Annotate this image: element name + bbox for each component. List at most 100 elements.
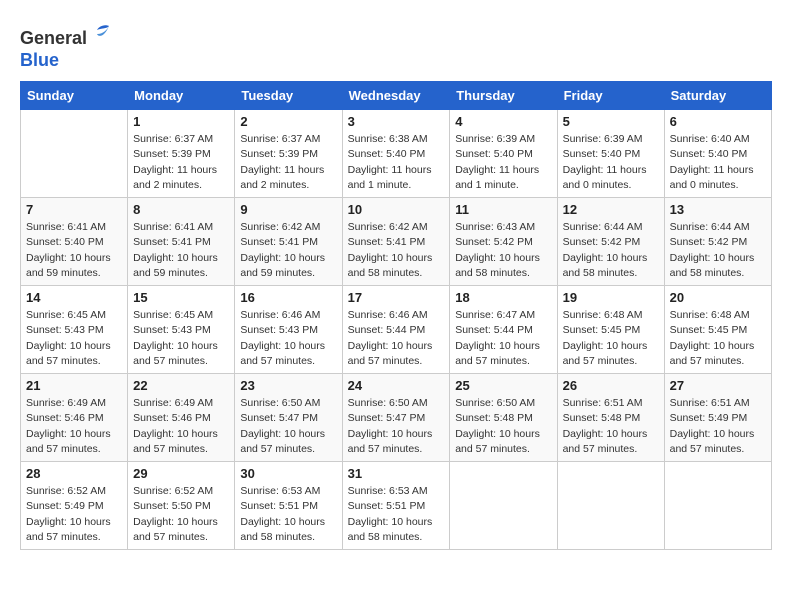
weekday-header-monday: Monday [128,82,235,110]
cell-info: Sunrise: 6:47 AMSunset: 5:44 PMDaylight:… [455,308,551,369]
day-number: 11 [455,202,551,217]
calendar-cell: 18Sunrise: 6:47 AMSunset: 5:44 PMDayligh… [450,286,557,374]
day-number: 14 [26,290,122,305]
calendar-cell: 9Sunrise: 6:42 AMSunset: 5:41 PMDaylight… [235,198,342,286]
day-number: 16 [240,290,336,305]
cell-info: Sunrise: 6:48 AMSunset: 5:45 PMDaylight:… [563,308,659,369]
weekday-header-row: SundayMondayTuesdayWednesdayThursdayFrid… [21,82,772,110]
day-number: 2 [240,114,336,129]
day-number: 20 [670,290,766,305]
calendar-cell: 22Sunrise: 6:49 AMSunset: 5:46 PMDayligh… [128,374,235,462]
cell-info: Sunrise: 6:51 AMSunset: 5:49 PMDaylight:… [670,396,766,457]
calendar-cell: 24 Sunrise: 6:50 AMSunset: 5:47 PMDayligh… [342,374,450,462]
day-number: 10 [348,202,445,217]
calendar-cell: 15 Sunrise: 6:45 AMSunset: 5:43 PMDayligh… [128,286,235,374]
cell-info: Sunrise: 6:46 AMSunset: 5:43 PMDaylight:… [240,308,336,369]
cell-info: Sunrise: 6:40 AMSunset: 5:40 PMDaylight:… [670,132,766,193]
cell-info: Sunrise: 6:45 AMSunset: 5:43 PMDaylight:… [26,308,122,369]
calendar-cell: 28Sunrise: 6:52 AMSunset: 5:49 PMDayligh… [21,462,128,550]
calendar-cell: 30Sunrise: 6:53 AMSunset: 5:51 PMDayligh… [235,462,342,550]
cell-info: Sunrise: 6:37 AMSunset: 5:39 PMDaylight:… [133,132,229,193]
cell-info: Sunrise: 6:41 AMSunset: 5:40 PMDaylight:… [26,220,122,281]
calendar-cell: 23Sunrise: 6:50 AMSunset: 5:47 PMDayligh… [235,374,342,462]
calendar-week-row: 14 Sunrise: 6:45 AMSunset: 5:43 PMDayligh… [21,286,772,374]
logo-general: General [20,28,87,48]
calendar-week-row: 7 Sunrise: 6:41 AMSunset: 5:40 PMDaylight… [21,198,772,286]
calendar-week-row: 21 Sunrise: 6:49 AMSunset: 5:46 PMDayligh… [21,374,772,462]
cell-info: Sunrise: 6:51 AMSunset: 5:48 PMDaylight:… [563,396,659,457]
day-number: 7 [26,202,122,217]
calendar-cell: 3 Sunrise: 6:38 AMSunset: 5:40 PMDaylight… [342,110,450,198]
day-number: 3 [348,114,445,129]
calendar-cell: 6 Sunrise: 6:40 AMSunset: 5:40 PMDaylight… [664,110,771,198]
cell-info: Sunrise: 6:52 AMSunset: 5:50 PMDaylight:… [133,484,229,545]
calendar-cell: 17 Sunrise: 6:46 AMSunset: 5:44 PMDayligh… [342,286,450,374]
cell-info: Sunrise: 6:50 AMSunset: 5:47 PMDaylight:… [348,396,445,457]
cell-info: Sunrise: 6:44 AMSunset: 5:42 PMDaylight:… [563,220,659,281]
day-number: 9 [240,202,336,217]
weekday-header-tuesday: Tuesday [235,82,342,110]
calendar-cell: 4 Sunrise: 6:39 AMSunset: 5:40 PMDaylight… [450,110,557,198]
cell-info: Sunrise: 6:50 AMSunset: 5:48 PMDaylight:… [455,396,551,457]
cell-info: Sunrise: 6:46 AMSunset: 5:44 PMDaylight:… [348,308,445,369]
calendar-cell: 19 Sunrise: 6:48 AMSunset: 5:45 PMDayligh… [557,286,664,374]
calendar-cell [21,110,128,198]
cell-info: Sunrise: 6:41 AMSunset: 5:41 PMDaylight:… [133,220,229,281]
weekday-header-wednesday: Wednesday [342,82,450,110]
page-header: General Blue [20,20,772,71]
cell-info: Sunrise: 6:53 AMSunset: 5:51 PMDaylight:… [240,484,336,545]
calendar-week-row: 1 Sunrise: 6:37 AMSunset: 5:39 PMDaylight… [21,110,772,198]
calendar-cell: 14 Sunrise: 6:45 AMSunset: 5:43 PMDayligh… [21,286,128,374]
cell-info: Sunrise: 6:44 AMSunset: 5:42 PMDaylight:… [670,220,766,281]
calendar-cell: 21 Sunrise: 6:49 AMSunset: 5:46 PMDayligh… [21,374,128,462]
logo-bird-icon [89,20,113,44]
calendar-cell: 16 Sunrise: 6:46 AMSunset: 5:43 PMDayligh… [235,286,342,374]
weekday-header-friday: Friday [557,82,664,110]
calendar-cell: 12 Sunrise: 6:44 AMSunset: 5:42 PMDayligh… [557,198,664,286]
calendar-cell: 29 Sunrise: 6:52 AMSunset: 5:50 PMDayligh… [128,462,235,550]
day-number: 13 [670,202,766,217]
day-number: 5 [563,114,659,129]
cell-info: Sunrise: 6:42 AMSunset: 5:41 PMDaylight:… [348,220,445,281]
day-number: 17 [348,290,445,305]
calendar-cell [450,462,557,550]
cell-info: Sunrise: 6:49 AMSunset: 5:46 PMDaylight:… [133,396,229,457]
day-number: 19 [563,290,659,305]
calendar-cell: 5 Sunrise: 6:39 AMSunset: 5:40 PMDaylight… [557,110,664,198]
cell-info: Sunrise: 6:39 AMSunset: 5:40 PMDaylight:… [563,132,659,193]
day-number: 29 [133,466,229,481]
calendar-cell: 2Sunrise: 6:37 AMSunset: 5:39 PMDaylight… [235,110,342,198]
day-number: 31 [348,466,445,481]
day-number: 1 [133,114,229,129]
calendar-cell: 27 Sunrise: 6:51 AMSunset: 5:49 PMDayligh… [664,374,771,462]
cell-info: Sunrise: 6:39 AMSunset: 5:40 PMDaylight:… [455,132,551,193]
day-number: 15 [133,290,229,305]
calendar-cell: 1 Sunrise: 6:37 AMSunset: 5:39 PMDaylight… [128,110,235,198]
day-number: 21 [26,378,122,393]
calendar-cell: 20 Sunrise: 6:48 AMSunset: 5:45 PMDayligh… [664,286,771,374]
calendar-cell: 7 Sunrise: 6:41 AMSunset: 5:40 PMDaylight… [21,198,128,286]
day-number: 6 [670,114,766,129]
cell-info: Sunrise: 6:49 AMSunset: 5:46 PMDaylight:… [26,396,122,457]
weekday-header-sunday: Sunday [21,82,128,110]
day-number: 8 [133,202,229,217]
calendar-cell [664,462,771,550]
calendar-cell: 8 Sunrise: 6:41 AMSunset: 5:41 PMDaylight… [128,198,235,286]
day-number: 4 [455,114,551,129]
calendar-cell: 13 Sunrise: 6:44 AMSunset: 5:42 PMDayligh… [664,198,771,286]
day-number: 12 [563,202,659,217]
day-number: 24 [348,378,445,393]
cell-info: Sunrise: 6:48 AMSunset: 5:45 PMDaylight:… [670,308,766,369]
cell-info: Sunrise: 6:38 AMSunset: 5:40 PMDaylight:… [348,132,445,193]
cell-info: Sunrise: 6:45 AMSunset: 5:43 PMDaylight:… [133,308,229,369]
calendar-cell: 31Sunrise: 6:53 AMSunset: 5:51 PMDayligh… [342,462,450,550]
calendar-table: SundayMondayTuesdayWednesdayThursdayFrid… [20,81,772,550]
weekday-header-thursday: Thursday [450,82,557,110]
weekday-header-saturday: Saturday [664,82,771,110]
day-number: 27 [670,378,766,393]
logo-blue: Blue [20,50,59,70]
cell-info: Sunrise: 6:43 AMSunset: 5:42 PMDaylight:… [455,220,551,281]
day-number: 26 [563,378,659,393]
calendar-cell [557,462,664,550]
day-number: 25 [455,378,551,393]
